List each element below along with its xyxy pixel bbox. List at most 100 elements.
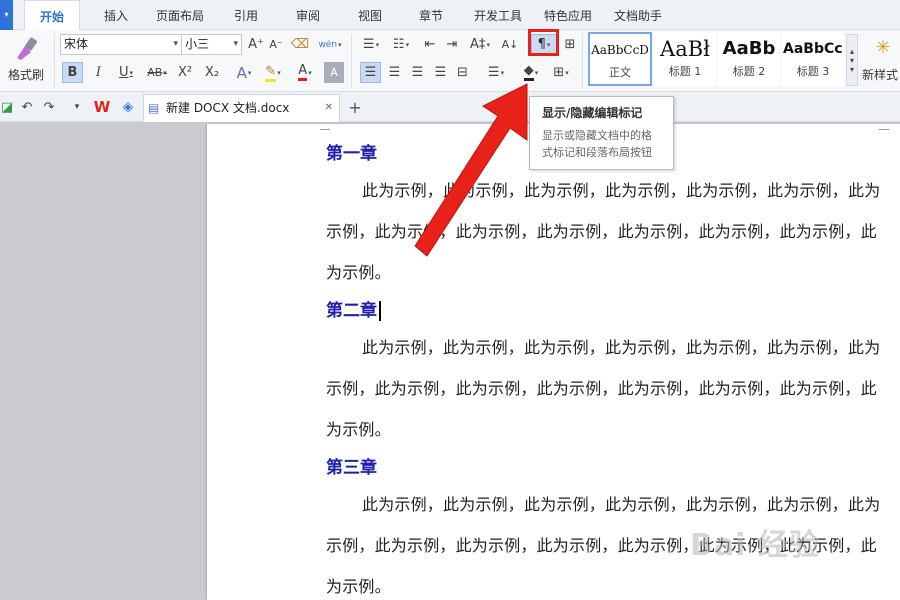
customize-qat-button[interactable]: ▾	[70, 98, 84, 116]
tab-home[interactable]: 开始	[24, 0, 80, 31]
ribbon-toolbar: 格式刷 宋体 ▾ 小三 ▾ A⁺ A⁻ ⌫ wén ▾ B I U ▾ AB ▾ X² X…	[0, 30, 900, 92]
phonetic-guide-button[interactable]: wén ▾	[316, 34, 344, 55]
justify-button[interactable]: ☰	[430, 62, 451, 83]
clear-format-button[interactable]: ⌫	[290, 34, 310, 55]
new-style-button[interactable]: ✳	[866, 34, 900, 60]
sort-button[interactable]: A↓	[500, 34, 520, 55]
style-name: 标题 1	[668, 65, 702, 78]
style-normal[interactable]: AaBbCcD 正文	[588, 32, 652, 86]
close-icon[interactable]: ✕	[325, 95, 333, 121]
chevron-down-icon: ▾	[308, 68, 312, 77]
wps-logo-icon: W	[93, 98, 111, 116]
brush-icon	[17, 37, 37, 60]
chevron-down-icon: ▾	[74, 102, 80, 112]
redo-button[interactable]: ↷	[40, 98, 58, 116]
indent-icon: ⇥	[446, 37, 458, 52]
sparkle-icon: ✳	[875, 36, 891, 58]
borders-button[interactable]: ⊞ ▾	[548, 62, 574, 83]
quick-access-bar: ◪ ↶ ↷ ▾ W ◈ ▤ 新建 DOCX 文档.docx ✕ +	[0, 92, 900, 122]
tab-insert[interactable]: 插入	[96, 0, 136, 30]
align-right-button[interactable]: ☰	[407, 62, 428, 83]
tab-view[interactable]: 视图	[350, 0, 390, 30]
chapter-heading: 第三章	[326, 458, 377, 478]
tooltip-title: 显示/隐藏编辑标记	[542, 106, 643, 120]
distributed-button[interactable]: ⊟	[452, 62, 473, 83]
style-heading-3[interactable]: AaBbCcl 标题 3	[782, 32, 844, 86]
redo-icon: ↷	[43, 99, 55, 115]
italic-button[interactable]: I	[88, 62, 109, 83]
style-sample: AaBbCcD	[591, 43, 649, 57]
format-painter-button[interactable]	[8, 34, 44, 64]
tab-developer[interactable]: 开发工具	[470, 0, 526, 30]
chevron-down-icon: ▾	[277, 68, 281, 77]
grid-icon: ⊞	[564, 37, 576, 52]
chevron-up-icon: ▴	[849, 46, 854, 56]
body-paragraph: 此为示例，此为示例，此为示例，此为示例，此为示例，此为示例，此为示例，此为示例，…	[326, 338, 881, 439]
font-color-button[interactable]: A ▾	[291, 62, 319, 83]
cloud-doc-button[interactable]: ◈	[118, 97, 138, 117]
underline-label: U	[118, 65, 129, 80]
text-effect-icon: A	[236, 63, 247, 82]
undo-button[interactable]: ↶	[18, 98, 36, 116]
tab-section[interactable]: 章节	[411, 0, 451, 30]
superscript-button[interactable]: X²	[174, 62, 196, 83]
wps-home-button[interactable]: W	[92, 97, 112, 117]
style-sample: AaBbCcl	[783, 41, 843, 57]
style-sample: AaBb	[722, 38, 776, 59]
highlight-button[interactable]: ✎ ▾	[259, 62, 287, 83]
print-preview-button[interactable]: ◪	[0, 98, 14, 116]
new-style-label: 新样式	[862, 68, 899, 82]
cube-icon: ◈	[122, 99, 134, 115]
chevron-down-icon: ▾	[849, 55, 854, 65]
style-heading-1[interactable]: AaBł 标题 1	[654, 32, 716, 86]
style-heading-2[interactable]: AaBb 标题 2	[718, 32, 780, 86]
tab-doc-assistant[interactable]: 文档助手	[610, 0, 666, 30]
body-paragraph: 此为示例，此为示例，此为示例，此为示例，此为示例，此为示例，此为示例，此为示例，…	[326, 181, 881, 282]
new-tab-button[interactable]: +	[345, 97, 365, 117]
tab-review[interactable]: 审阅	[288, 0, 328, 30]
font-name-select[interactable]: 宋体 ▾	[60, 34, 182, 55]
chevron-down-icon: ▾	[129, 68, 134, 77]
chevron-down-icon: ▾	[163, 68, 167, 77]
strike-label: AB	[147, 66, 163, 79]
border-icon: ⊞	[553, 65, 565, 80]
font-color-icon: A	[298, 64, 308, 81]
decrease-indent-button[interactable]: ⇤	[420, 34, 440, 55]
line-spacing-button[interactable]: ☰ ▾	[482, 62, 510, 83]
chevron-down-icon: ▾	[247, 68, 252, 77]
baidu-watermark: Bai 经验	[690, 528, 820, 563]
tab-special-apps[interactable]: 特色应用	[540, 0, 596, 30]
app-menu-button[interactable]: ▾	[0, 0, 13, 30]
text-effect-button[interactable]: A ▾	[230, 62, 258, 83]
increase-indent-button[interactable]: ⇥	[442, 34, 462, 55]
tooltip: 显示/隐藏编辑标记 显示或隐藏文档中的格式标记和段落布局按钮	[529, 96, 674, 170]
chevron-down-icon: ▾	[486, 40, 490, 49]
numbered-list-button[interactable]: ☷ ▾	[388, 34, 414, 55]
shrink-font-button[interactable]: A⁻	[266, 34, 286, 55]
sort-az-icon: A↓	[501, 38, 519, 51]
style-gallery-scroll[interactable]: ▴ ▾ ▾	[846, 34, 858, 86]
format-painter-label: 格式刷	[7, 68, 44, 82]
plus-icon: +	[348, 97, 362, 117]
strikethrough-button[interactable]: AB ▾	[142, 62, 172, 83]
grow-font-button[interactable]: A⁺	[246, 34, 266, 55]
phonetic-label: wén	[318, 39, 338, 50]
align-left-button[interactable]: ☰	[360, 62, 381, 83]
tab-page-layout[interactable]: 页面布局	[150, 0, 210, 30]
style-name: 标题 2	[732, 65, 766, 78]
align-center-button[interactable]: ☰	[384, 62, 405, 83]
font-size-select[interactable]: 小三 ▾	[181, 34, 242, 55]
document-tab[interactable]: ▤ 新建 DOCX 文档.docx ✕	[143, 94, 340, 122]
character-shading-button[interactable]: A	[324, 62, 344, 83]
underline-button[interactable]: U ▾	[113, 62, 139, 83]
bold-button[interactable]: B	[62, 62, 83, 83]
table-grid-button[interactable]: ⊞	[560, 34, 580, 55]
bullet-list-button[interactable]: ☰ ▾	[358, 34, 384, 55]
align-center-icon: ☰	[388, 65, 401, 80]
subscript-button[interactable]: X₂	[201, 62, 223, 83]
tab-references[interactable]: 引用	[226, 0, 266, 30]
shading-button[interactable]: ◆ ▾	[516, 62, 546, 83]
text-cursor	[379, 301, 381, 321]
chinese-layout-button[interactable]: A‡ ▾	[466, 34, 494, 55]
chevron-down-icon: ▾	[338, 40, 342, 49]
